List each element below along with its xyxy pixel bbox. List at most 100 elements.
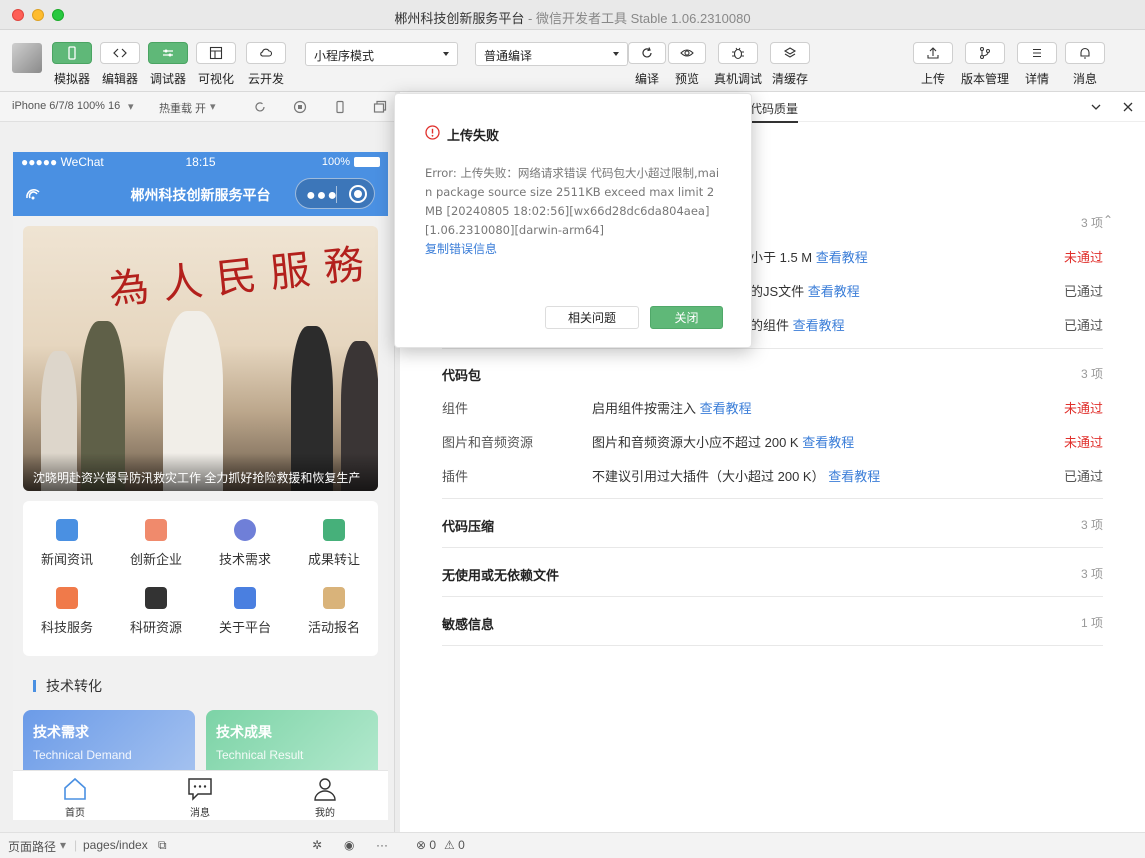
- user-icon: [314, 778, 336, 801]
- simulator-toolbar: iPhone 6/7/8 100% 16 ▾ 热重载 开 ▾: [0, 92, 395, 122]
- error-count[interactable]: ⊗ 0: [416, 838, 436, 852]
- stop-icon[interactable]: [293, 100, 307, 114]
- version-button[interactable]: [965, 42, 1005, 64]
- hot-reload-caret: ▾: [210, 101, 216, 113]
- group-count: 3 项: [1080, 216, 1103, 230]
- page-path-label[interactable]: 页面路径: [8, 838, 56, 855]
- hot-reload-toggle[interactable]: 热重载 开: [159, 100, 206, 116]
- group-title[interactable]: 敏感信息: [442, 614, 494, 633]
- tutorial-link[interactable]: 查看教程: [793, 318, 845, 333]
- grid-item-about[interactable]: 关于平台: [201, 587, 289, 636]
- cloud-dev-button[interactable]: [246, 42, 286, 64]
- tutorial-link[interactable]: 查看教程: [700, 401, 752, 416]
- chevron-up-icon[interactable]: ⌃: [1103, 213, 1113, 227]
- preview-button[interactable]: [668, 42, 706, 64]
- compile-button[interactable]: [628, 42, 666, 64]
- check-status: 未通过: [1063, 250, 1103, 265]
- more-icon[interactable]: ●●●: [306, 187, 338, 205]
- details-button[interactable]: [1017, 42, 1057, 64]
- transfer-icon: [323, 519, 345, 541]
- warning-count[interactable]: ⚠ 0: [444, 838, 465, 852]
- group-title[interactable]: 无使用或无依赖文件: [442, 565, 559, 584]
- banner-calligraphy: 為人民服務: [106, 239, 378, 314]
- device-select[interactable]: iPhone 6/7/8 100% 16: [12, 100, 120, 112]
- tab-label: 消息: [190, 808, 210, 819]
- compile-select[interactable]: 普通编译: [475, 42, 628, 66]
- copy-path-icon[interactable]: ⧉: [158, 838, 167, 853]
- sliders-icon: [163, 49, 173, 57]
- upload-label: 上传: [920, 72, 945, 86]
- grid-item-signup[interactable]: 活动报名: [290, 587, 378, 636]
- related-issues-button[interactable]: 相关问题: [545, 306, 639, 329]
- console-footer: ⊗ 0 ⚠ 0: [400, 832, 1145, 858]
- device-icon[interactable]: [333, 100, 347, 114]
- enterprise-icon: [145, 519, 167, 541]
- compile-label: 编译: [634, 72, 659, 86]
- visual-toggle-button[interactable]: [196, 42, 236, 64]
- cloud-icon: [260, 48, 273, 57]
- simulator-footer: 页面路径 ▾ | pages/index ⧉ ✲ ◉ ···: [0, 832, 400, 858]
- grid-item-service[interactable]: 科技服务: [23, 587, 111, 636]
- editor-label: 编辑器: [101, 72, 138, 86]
- remote-debug-label: 真机调试: [713, 72, 762, 86]
- group-count: 3 项: [1080, 567, 1103, 581]
- grid-item-resources[interactable]: 科研资源: [112, 587, 200, 636]
- grid-item-news[interactable]: 新闻资讯: [23, 519, 111, 568]
- section-title: 技术转化: [33, 679, 102, 693]
- news-banner[interactable]: 為人民服務 沈晓明赴资兴督导防汛救灾工作 全力抓好抢险救援和恢复生产: [23, 226, 378, 491]
- check-row-desc: 的组件 查看教程: [750, 318, 845, 333]
- messages-button[interactable]: [1065, 42, 1105, 64]
- visual-label: 可视化: [197, 72, 234, 86]
- tab-home[interactable]: 首页: [45, 776, 105, 819]
- chevron-down-icon: [443, 52, 449, 56]
- grid-item-transfer[interactable]: 成果转让: [290, 519, 378, 568]
- divider: [442, 596, 1103, 597]
- remote-debug-button[interactable]: [718, 42, 758, 64]
- editor-toggle-button[interactable]: [100, 42, 140, 64]
- clear-cache-button[interactable]: [770, 42, 810, 64]
- grid-item-tech-demand[interactable]: 技术需求: [201, 519, 289, 568]
- group-title[interactable]: 代码包: [442, 365, 481, 384]
- page-path-value: pages/index: [83, 838, 148, 852]
- check-name: 组件: [442, 401, 469, 416]
- tab-profile[interactable]: 我的: [295, 776, 355, 819]
- upload-button[interactable]: [913, 42, 953, 64]
- grid-label: 关于平台: [218, 620, 271, 635]
- more-icon[interactable]: ···: [376, 838, 388, 852]
- layout-icon: [209, 46, 223, 60]
- shield-icon: [234, 587, 256, 609]
- debug-bug-icon[interactable]: ✲: [312, 838, 322, 852]
- check-status: 已通过: [1063, 469, 1103, 484]
- card-subtitle: Technical Result: [216, 748, 304, 762]
- close-icon[interactable]: [1122, 101, 1134, 113]
- group-count: 3 项: [1080, 518, 1103, 532]
- avatar[interactable]: [12, 43, 42, 73]
- copy-error-link[interactable]: 复制错误信息: [425, 240, 497, 257]
- battery-label: 100%: [321, 156, 350, 168]
- chevron-down-icon: [613, 52, 619, 56]
- close-capsule-icon[interactable]: [349, 185, 367, 203]
- close-dialog-button[interactable]: 关闭: [650, 306, 723, 329]
- chevron-down-icon[interactable]: [1090, 101, 1102, 113]
- grid-item-enterprise[interactable]: 创新企业: [112, 519, 200, 568]
- rotate-icon[interactable]: [253, 100, 267, 114]
- simulator-toggle-button[interactable]: [52, 42, 92, 64]
- window-icon[interactable]: [373, 100, 387, 114]
- tutorial-link[interactable]: 查看教程: [802, 435, 854, 450]
- eye-icon[interactable]: ◉: [344, 838, 354, 852]
- capsule-menu[interactable]: ●●●: [295, 178, 375, 209]
- details-label: 详情: [1024, 72, 1049, 86]
- layers-icon: [783, 47, 797, 58]
- tutorial-link[interactable]: 查看教程: [828, 469, 880, 484]
- mode-select[interactable]: 小程序模式: [305, 42, 458, 66]
- tutorial-link[interactable]: 查看教程: [816, 250, 868, 265]
- window-title: 郴州科技创新服务平台 - 微信开发者工具 Stable 1.06.2310080: [394, 11, 751, 26]
- tab-label: 我的: [315, 808, 335, 819]
- refresh-icon: [642, 47, 652, 58]
- tutorial-link[interactable]: 查看教程: [808, 284, 860, 299]
- debugger-toggle-button[interactable]: [148, 42, 188, 64]
- grid-label: 创新企业: [129, 552, 182, 567]
- tab-messages[interactable]: 消息: [170, 776, 230, 819]
- tab-code-quality[interactable]: 代码质量: [750, 100, 799, 123]
- group-title[interactable]: 代码压缩: [442, 516, 494, 535]
